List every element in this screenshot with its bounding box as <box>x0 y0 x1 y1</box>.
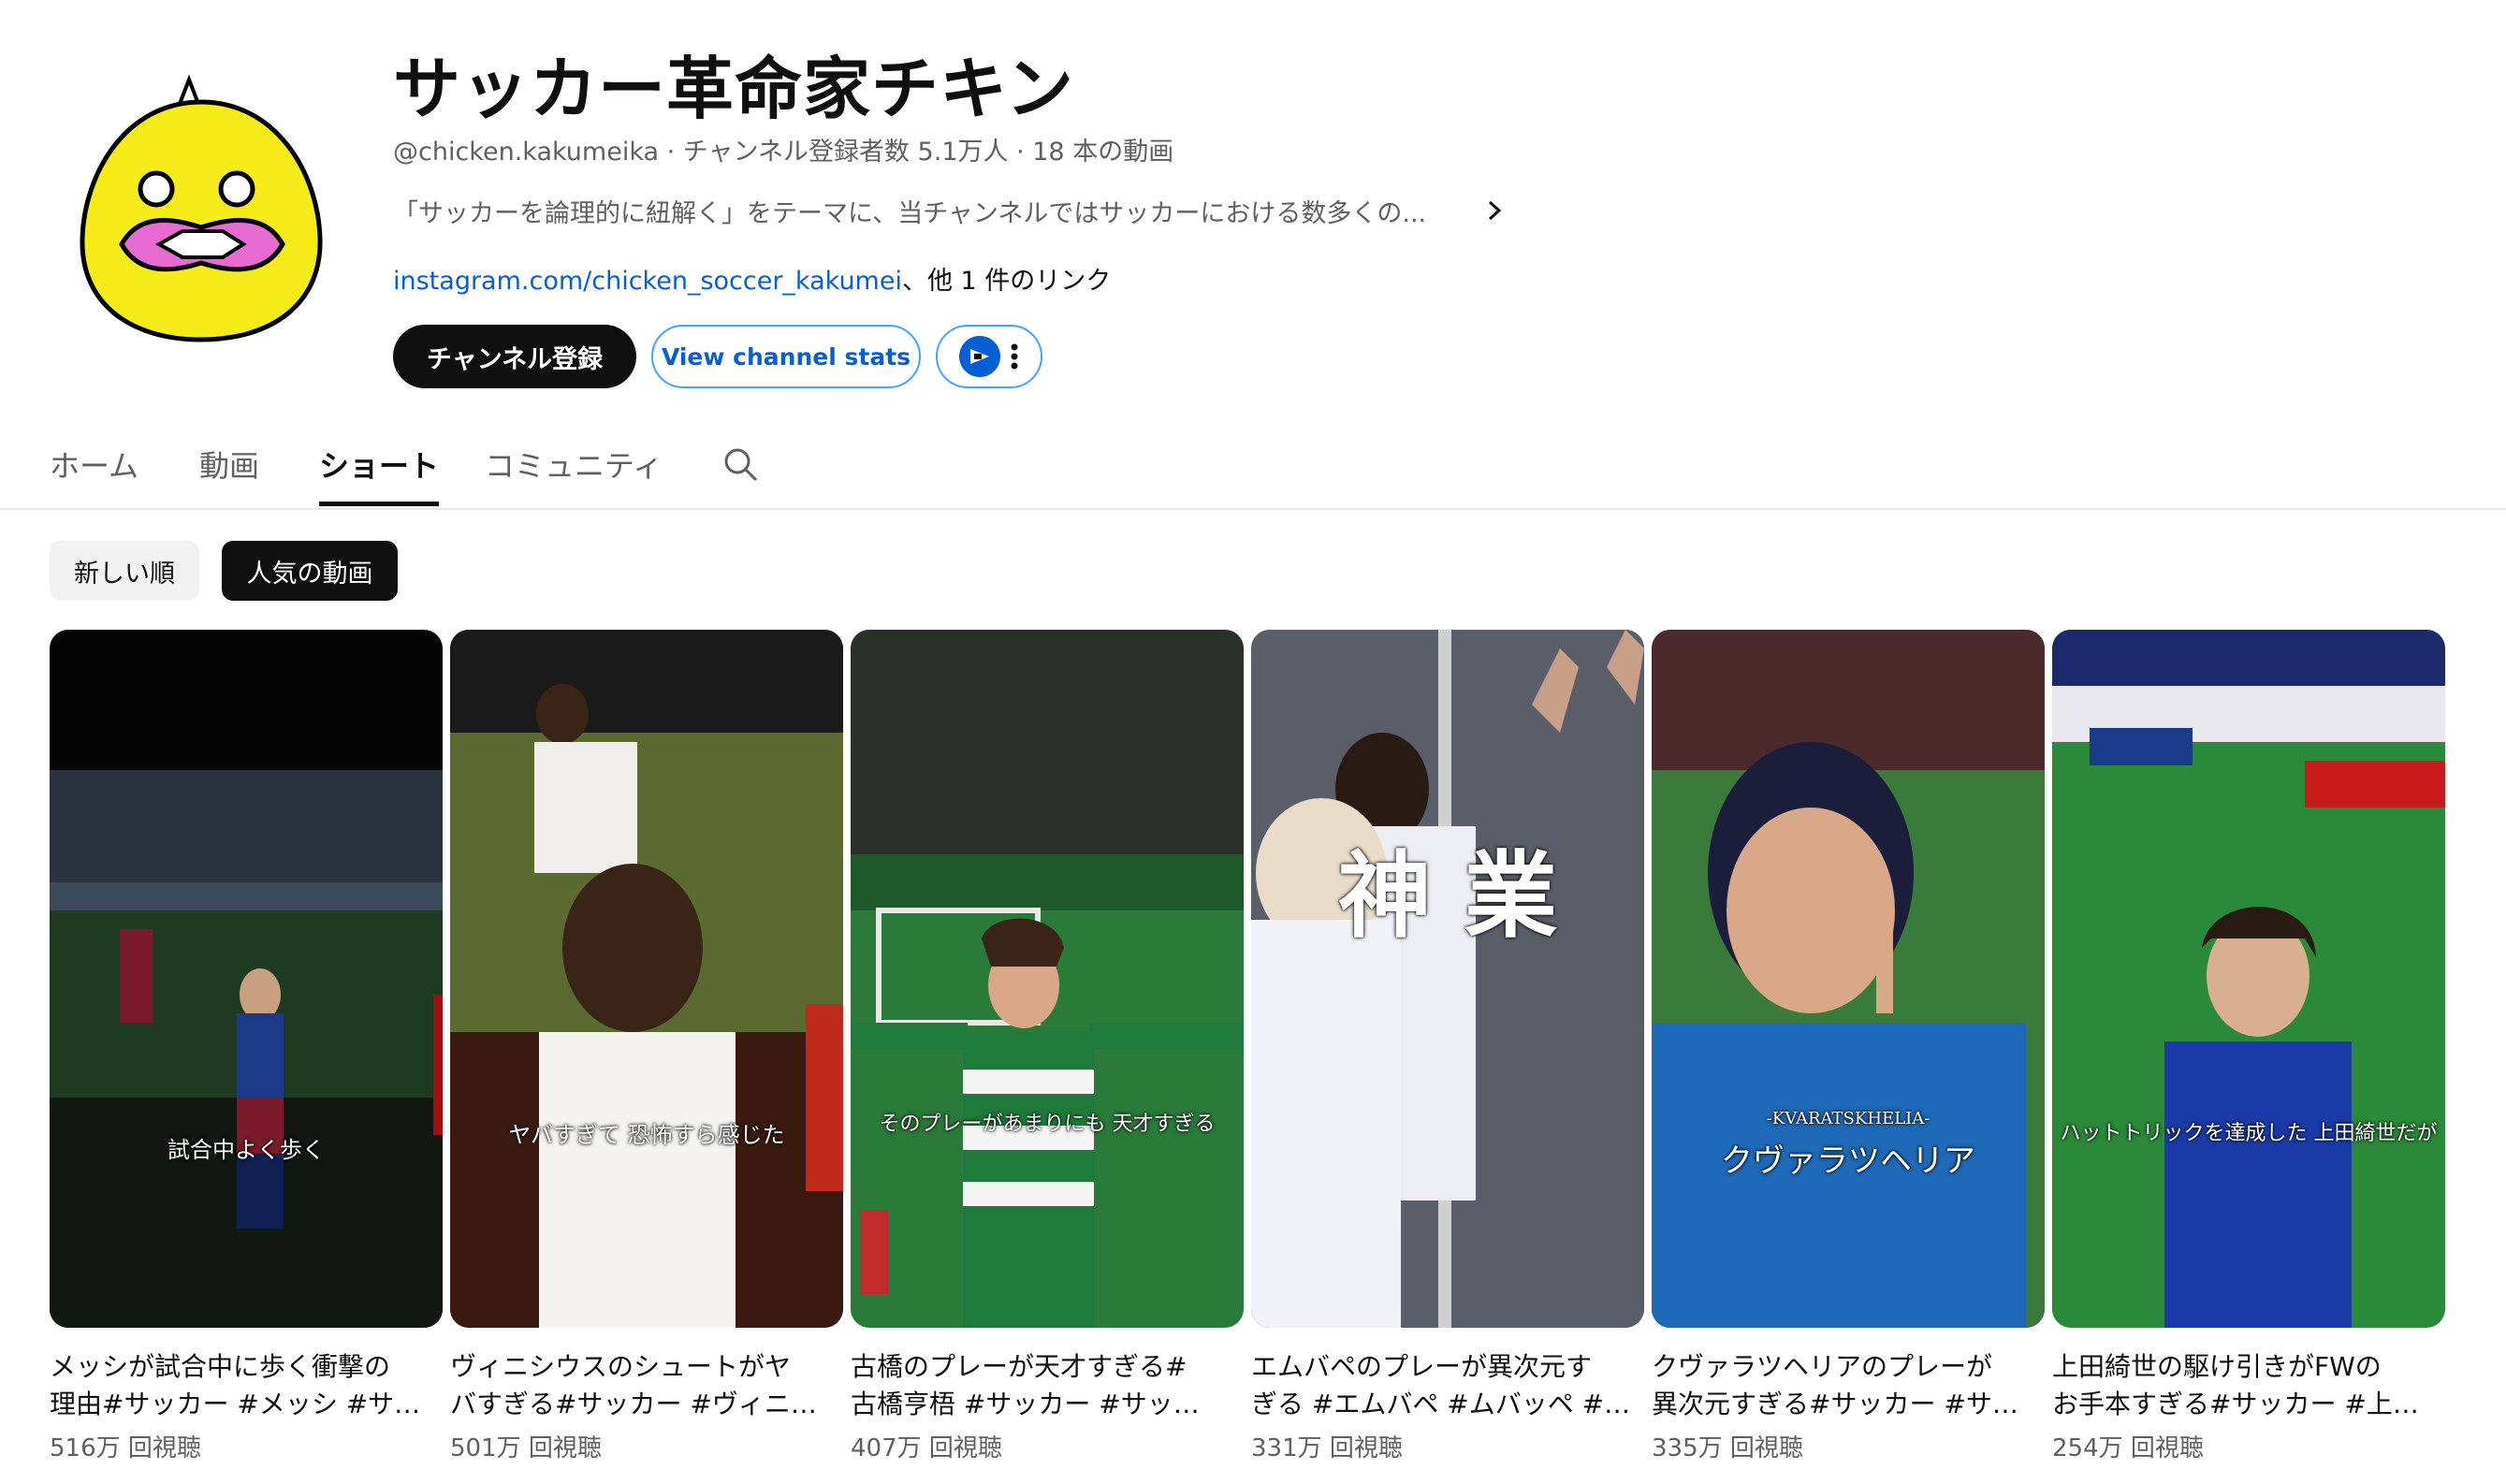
meta-separator: · <box>659 138 683 167</box>
view-count: 501万 回視聴 <box>450 1434 602 1462</box>
short-thumbnail[interactable]: 試合中よく歩く <box>50 630 443 1328</box>
short-title-line: 理由#サッカー #メッシ #サ… <box>50 1389 421 1419</box>
channel-header: サッカー革命家チキン @chicken.kakumeika · チャンネル登録者… <box>0 0 2506 416</box>
channel-handle: @chicken.kakumeika <box>393 138 660 167</box>
instagram-link[interactable]: instagram.com/chicken_soccer_kakumei <box>393 267 902 296</box>
channel-avatar[interactable] <box>66 70 337 351</box>
short-card[interactable]: そのプレーがあまりにも 天才すぎる 古橋のプレーが天才すぎる# 古橋亨梧 #サッ… <box>851 630 1244 1463</box>
short-title[interactable]: 上田綺世の駆け引きがFWの お手本すぎる#サッカー #上… <box>2052 1348 2445 1423</box>
short-title-line: エムバペのプレーが異次元す <box>1251 1351 1593 1382</box>
other-links-label[interactable]: 、他 1 件のリンク <box>902 267 1111 296</box>
short-title[interactable]: ヴィニシウスのシュートがヤ バすぎる#サッカー #ヴィニ… <box>450 1348 843 1423</box>
short-title-line: ぎる #エムバペ #ムバッペ #… <box>1251 1389 1631 1419</box>
channel-tabs: ホーム 動画 ショート コミュニティ <box>0 416 2506 510</box>
channel-meta: @chicken.kakumeika · チャンネル登録者数 5.1万人 · 1… <box>393 131 1173 167</box>
view-count: 335万 回視聴 <box>1652 1434 1803 1462</box>
short-thumbnail[interactable]: ハットトリックを達成した 上田綺世だが <box>2052 630 2445 1328</box>
short-card[interactable]: 神 業 エムバペのプレーが異次元す ぎる #エムバペ #ムバッペ #… 331万… <box>1251 630 1644 1463</box>
short-title-line: ヴィニシウスのシュートがヤ <box>450 1351 792 1382</box>
channel-name: サッカー革命家チキン <box>393 50 1074 128</box>
short-title-line: クヴァラツヘリアのプレーが <box>1652 1351 1993 1382</box>
thumbnail-caption: クヴァラツヘリア <box>1721 1142 1975 1180</box>
short-card[interactable]: -KVARATSKHELIA- クヴァラツヘリア クヴァラツヘリアのプレーが 異… <box>1652 630 2045 1463</box>
chip-popular[interactable]: 人気の動画 <box>222 541 398 601</box>
video-count: 18 本の動画 <box>1032 138 1174 167</box>
active-tab-indicator <box>319 502 439 506</box>
more-vert-icon <box>1011 343 1018 370</box>
chevron-right-icon[interactable] <box>1480 195 1508 226</box>
extension-menu-button[interactable] <box>936 325 1042 388</box>
channel-description[interactable]: 「サッカーを論理的に紐解く」をテーマに、当チャンネルではサッカーにおける数多くの… <box>393 193 1426 229</box>
channel-links: instagram.com/chicken_soccer_kakumei、他 1… <box>393 260 1111 297</box>
chip-newest[interactable]: 新しい順 <box>50 541 199 601</box>
short-title-line: 異次元すぎる#サッカー #サ… <box>1652 1389 2018 1419</box>
thumbnail-caption: ハットトリックを達成した 上田綺世だが <box>2060 1122 2438 1145</box>
short-thumbnail[interactable]: 神 業 <box>1251 630 1644 1328</box>
tab-shorts[interactable]: ショート <box>319 443 439 486</box>
short-title-line: 上田綺世の駆け引きがFWの <box>2052 1351 2382 1382</box>
short-card[interactable]: ハットトリックを達成した 上田綺世だが 上田綺世の駆け引きがFWの お手本すぎる… <box>2052 630 2445 1463</box>
tab-home[interactable]: ホーム <box>50 443 138 486</box>
short-title[interactable]: クヴァラツヘリアのプレーが 異次元すぎる#サッカー #サ… <box>1652 1348 2045 1423</box>
short-thumbnail[interactable]: そのプレーがあまりにも 天才すぎる <box>851 630 1244 1328</box>
view-count: 331万 回視聴 <box>1251 1434 1403 1462</box>
short-thumbnail[interactable]: -KVARATSKHELIA- クヴァラツヘリア <box>1652 630 2045 1328</box>
view-count: 254万 回視聴 <box>2052 1434 2204 1462</box>
view-count: 516万 回視聴 <box>50 1434 201 1462</box>
search-icon[interactable] <box>721 444 762 486</box>
extension-icon <box>959 336 1000 377</box>
short-title-line: バすぎる#サッカー #ヴィニ… <box>450 1389 817 1419</box>
short-title[interactable]: エムバペのプレーが異次元す ぎる #エムバペ #ムバッペ #… <box>1251 1348 1644 1423</box>
tab-community[interactable]: コミュニティ <box>485 443 663 486</box>
subscriber-count: チャンネル登録者数 5.1万人 <box>682 138 1009 167</box>
subscribe-button[interactable]: チャンネル登録 <box>393 325 636 388</box>
short-title[interactable]: 古橋のプレーが天才すぎる# 古橋亨梧 #サッカー #サッ… <box>851 1348 1244 1423</box>
short-title-line: 古橋のプレーが天才すぎる# <box>851 1351 1187 1382</box>
thumbnail-caption: そのプレーがあまりにも 天才すぎる <box>879 1113 1216 1136</box>
short-thumbnail[interactable]: ヤバすぎて 恐怖すら感じた <box>450 630 843 1328</box>
short-title[interactable]: メッシが試合中に歩く衝撃の 理由#サッカー #メッシ #サ… <box>50 1348 443 1423</box>
thumbnail-caption: ヤバすぎて 恐怖すら感じた <box>508 1122 785 1148</box>
view-channel-stats-button[interactable]: View channel stats <box>651 325 921 388</box>
view-count: 407万 回視聴 <box>851 1434 1002 1462</box>
short-card[interactable]: ヤバすぎて 恐怖すら感じた ヴィニシウスのシュートがヤ バすぎる#サッカー #ヴ… <box>450 630 843 1463</box>
meta-separator: · <box>1008 138 1033 167</box>
thumbnail-caption: 試合中よく歩く <box>168 1137 325 1163</box>
short-card[interactable]: 試合中よく歩く メッシが試合中に歩く衝撃の 理由#サッカー #メッシ #サ… 5… <box>50 630 443 1463</box>
thumbnail-caption: 神 業 <box>1337 840 1558 951</box>
short-title-line: 古橋亨梧 #サッカー #サッ… <box>851 1389 1200 1419</box>
short-title-line: メッシが試合中に歩く衝撃の <box>50 1351 391 1382</box>
tab-videos[interactable]: 動画 <box>199 443 259 486</box>
short-title-line: お手本すぎる#サッカー #上… <box>2052 1389 2419 1419</box>
thumbnail-caption-small: -KVARATSKHELIA- <box>1766 1109 1930 1128</box>
